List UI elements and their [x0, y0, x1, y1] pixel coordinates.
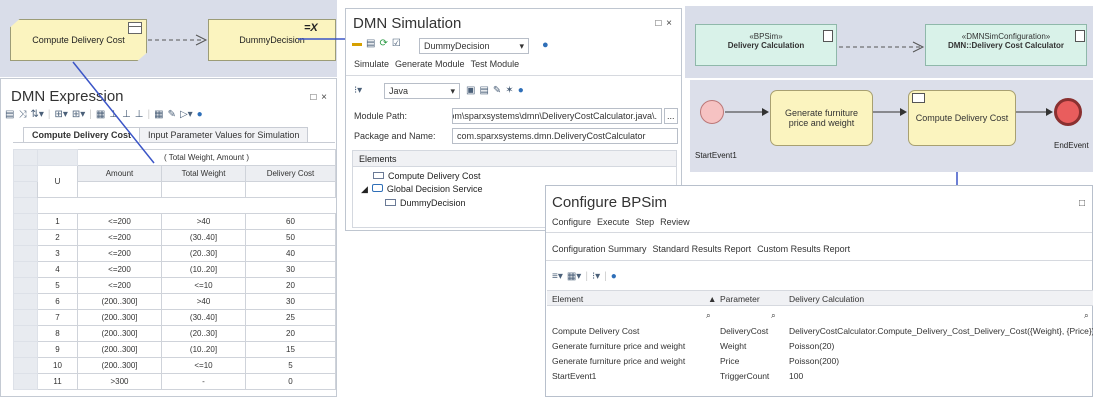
save-icon[interactable]: ▤	[366, 38, 375, 49]
separator: |	[585, 271, 588, 282]
decision-icon	[373, 172, 384, 179]
module-path-field[interactable]: .\com\sparxsystems\dmn\DeliveryCostCalcu…	[452, 108, 662, 124]
chevron-down-icon: ▾	[450, 86, 455, 96]
options-icon[interactable]: ⁝▾	[354, 85, 362, 96]
column-header-element[interactable]: Element	[552, 294, 583, 304]
module-path-label: Module Path:	[354, 111, 408, 121]
decision-select[interactable]: DummyDecision ▾	[419, 38, 529, 54]
filter-icon[interactable]: ⌕	[706, 310, 711, 321]
dmn-config-artifact[interactable]: «DMNSimConfiguration» DMN::Delivery Cost…	[925, 24, 1087, 66]
tab-custom-results[interactable]: Custom Results Report	[757, 244, 850, 254]
sequence-flows	[725, 108, 1053, 116]
result-element[interactable]: StartEvent1	[552, 371, 596, 381]
language-value: Java	[389, 86, 409, 96]
refresh-icon[interactable]: ⟳	[379, 38, 387, 49]
menu-configure[interactable]: Configure	[552, 217, 591, 227]
result-value[interactable]: Poisson(200)	[789, 356, 839, 366]
divider	[346, 75, 681, 76]
menu-execute[interactable]: Execute	[597, 217, 630, 227]
generate-actions: ▣ ▤ ✎ ✶ ●	[466, 85, 524, 96]
end-event-label: EndEvent	[1054, 141, 1089, 150]
result-parameter[interactable]: DeliveryCost	[720, 326, 768, 336]
element-label: DummyDecision	[400, 198, 466, 208]
sort-asc-icon: ▲	[708, 294, 717, 304]
result-value[interactable]: Poisson(20)	[789, 341, 834, 351]
toolbar: ≡▾ ▦▾ | ⁝▾ | ●	[552, 271, 617, 282]
filter-icon[interactable]: ⌕	[771, 310, 776, 321]
chart-icon[interactable]: ▦▾	[567, 271, 581, 282]
column-header-parameter[interactable]: Parameter	[720, 294, 760, 304]
menu-step[interactable]: Step	[636, 217, 655, 227]
process-diagram: StartEvent1 Generate furniture price and…	[690, 80, 1093, 172]
help-icon[interactable]: ●	[542, 39, 549, 51]
result-parameter[interactable]: TriggerCount	[720, 371, 769, 381]
filter-icon[interactable]: ⌕	[1084, 310, 1089, 321]
folder-icon[interactable]: ▬	[352, 38, 362, 49]
menu-bar: Configure Execute Step Review	[552, 217, 690, 227]
tab-configuration-summary[interactable]: Configuration Summary	[552, 244, 647, 254]
menu-test-module[interactable]: Test Module	[471, 59, 520, 69]
generate-toolbar: ⁝▾	[354, 85, 362, 96]
help-icon[interactable]: ●	[611, 271, 617, 282]
document-icon[interactable]: ▤	[479, 85, 488, 96]
result-element[interactable]: Generate furniture price and weight	[552, 341, 685, 351]
expand-icon[interactable]: ◢	[361, 184, 368, 195]
task-label: Compute Delivery Cost	[915, 113, 1009, 123]
task-generate[interactable]: Generate furniture price and weight	[770, 90, 873, 146]
bpsim-artifact[interactable]: «BPSim» Delivery Calculation	[695, 24, 837, 66]
edit-icon[interactable]: ✎	[493, 85, 501, 96]
document-icon	[1075, 30, 1085, 42]
divider	[546, 260, 1092, 261]
decision-select-value: DummyDecision	[424, 41, 490, 51]
divider	[546, 232, 1092, 233]
document-icon	[823, 30, 833, 42]
dependency-connector	[839, 41, 925, 53]
element-compute[interactable]: Compute Delivery Cost	[353, 167, 676, 181]
result-value[interactable]: DeliveryCostCalculator.Compute_Delivery_…	[789, 326, 1093, 336]
result-parameter[interactable]: Weight	[720, 341, 746, 351]
window-controls[interactable]: □ ×	[655, 18, 673, 29]
generate-icon[interactable]: ▣	[466, 85, 475, 96]
run-icon[interactable]: ✶	[505, 85, 513, 96]
tab-standard-results[interactable]: Standard Results Report	[653, 244, 752, 254]
elements-header: Elements	[353, 151, 676, 167]
help-icon[interactable]: ●	[518, 85, 524, 96]
window-title: Configure BPSim	[552, 194, 668, 211]
menu-icon[interactable]: ≡▾	[552, 271, 563, 282]
menu-review[interactable]: Review	[660, 217, 690, 227]
stereotype: «DMNSimConfiguration»	[961, 32, 1051, 41]
language-select[interactable]: Java ▾	[384, 83, 460, 99]
artifact-name: DMN::Delivery Cost Calculator	[947, 41, 1065, 50]
menu-bar: Simulate Generate Module Test Module	[354, 59, 519, 69]
artifact-name: Delivery Calculation	[727, 41, 805, 50]
options-icon[interactable]: ⁝▾	[592, 271, 600, 282]
result-element[interactable]: Compute Delivery Cost	[552, 326, 639, 336]
chevron-down-icon: ▾	[519, 41, 524, 51]
menu-simulate[interactable]: Simulate	[354, 59, 389, 69]
menu-generate-module[interactable]: Generate Module	[395, 59, 465, 69]
package-label: Package and Name:	[354, 131, 436, 141]
separator: |	[604, 271, 607, 282]
stereotype: «BPSim»	[749, 32, 783, 41]
checkbox-icon[interactable]: ☑	[392, 38, 401, 49]
element-label: Compute Delivery Cost	[388, 171, 481, 181]
artifact-diagram: «BPSim» Delivery Calculation «DMNSimConf…	[685, 6, 1093, 78]
task-label: Generate furniture price and weight	[784, 108, 859, 128]
browse-button[interactable]: ...	[664, 108, 678, 124]
configure-bpsim-window: Configure BPSim □ Configure Execute Step…	[545, 185, 1093, 397]
sub-tab-bar: Configuration Summary Standard Results R…	[552, 244, 850, 254]
window-controls[interactable]: □	[1079, 198, 1086, 209]
decision-icon	[385, 199, 396, 206]
column-header-delivery[interactable]: Delivery Calculation	[789, 294, 864, 304]
result-element[interactable]: Generate furniture price and weight	[552, 356, 685, 366]
result-parameter[interactable]: Price	[720, 356, 739, 366]
element-label: Global Decision Service	[386, 184, 483, 194]
window-title: DMN Simulation	[353, 15, 462, 32]
end-event[interactable]	[1054, 98, 1082, 126]
service-icon	[371, 184, 383, 192]
package-field[interactable]: com.sparxsystems.dmn.DeliveryCostCalcula…	[452, 128, 678, 144]
table-icon	[912, 93, 925, 103]
result-value[interactable]: 100	[789, 371, 803, 381]
toolbar: ▬ ▤ ⟳ ☑	[352, 38, 401, 49]
